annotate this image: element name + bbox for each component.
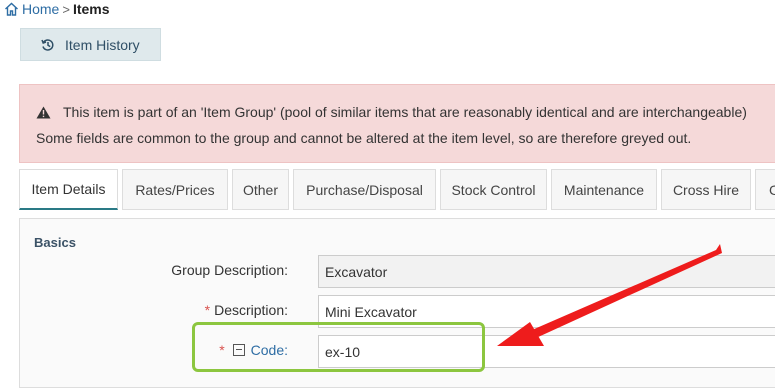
alert-line-2: Some fields are common to the group and … xyxy=(36,130,692,146)
breadcrumb: Home > Items xyxy=(4,0,110,18)
group-description-label: Group Description: xyxy=(171,262,288,278)
warning-icon xyxy=(36,106,51,118)
description-label-text: Description: xyxy=(214,302,288,318)
required-marker: * xyxy=(204,302,211,318)
tab-other[interactable]: Other xyxy=(232,169,289,210)
tab-co[interactable]: Co xyxy=(755,169,775,210)
breadcrumb-home-link[interactable]: Home xyxy=(4,1,59,17)
item-history-label: Item History xyxy=(65,36,140,53)
description-label: * Description: xyxy=(205,302,288,318)
history-icon xyxy=(41,38,54,51)
code-highlight-box xyxy=(192,322,485,372)
breadcrumb-home-label: Home xyxy=(22,1,60,17)
tab-cross-hire[interactable]: Cross Hire xyxy=(661,169,751,210)
tab-item-details[interactable]: Item Details xyxy=(19,169,118,210)
tab-maintenance[interactable]: Maintenance xyxy=(551,169,657,210)
basics-title: Basics xyxy=(34,235,76,250)
tab-stock-control[interactable]: Stock Control xyxy=(440,169,547,210)
alert-line-1: This item is part of an 'Item Group' (po… xyxy=(63,104,747,120)
tab-purchase-disposal[interactable]: Purchase/Disposal xyxy=(293,169,436,210)
group-description-field: Excavator xyxy=(318,255,775,288)
item-tabs: Item Details Rates/Prices Other Purchase… xyxy=(19,169,775,210)
item-group-alert: This item is part of an 'Item Group' (po… xyxy=(19,84,775,163)
item-history-button[interactable]: Item History xyxy=(20,28,161,61)
home-icon xyxy=(5,2,18,16)
breadcrumb-current: Items xyxy=(72,1,110,17)
breadcrumb-separator: > xyxy=(62,1,70,17)
tab-rates-prices[interactable]: Rates/Prices xyxy=(122,169,228,210)
